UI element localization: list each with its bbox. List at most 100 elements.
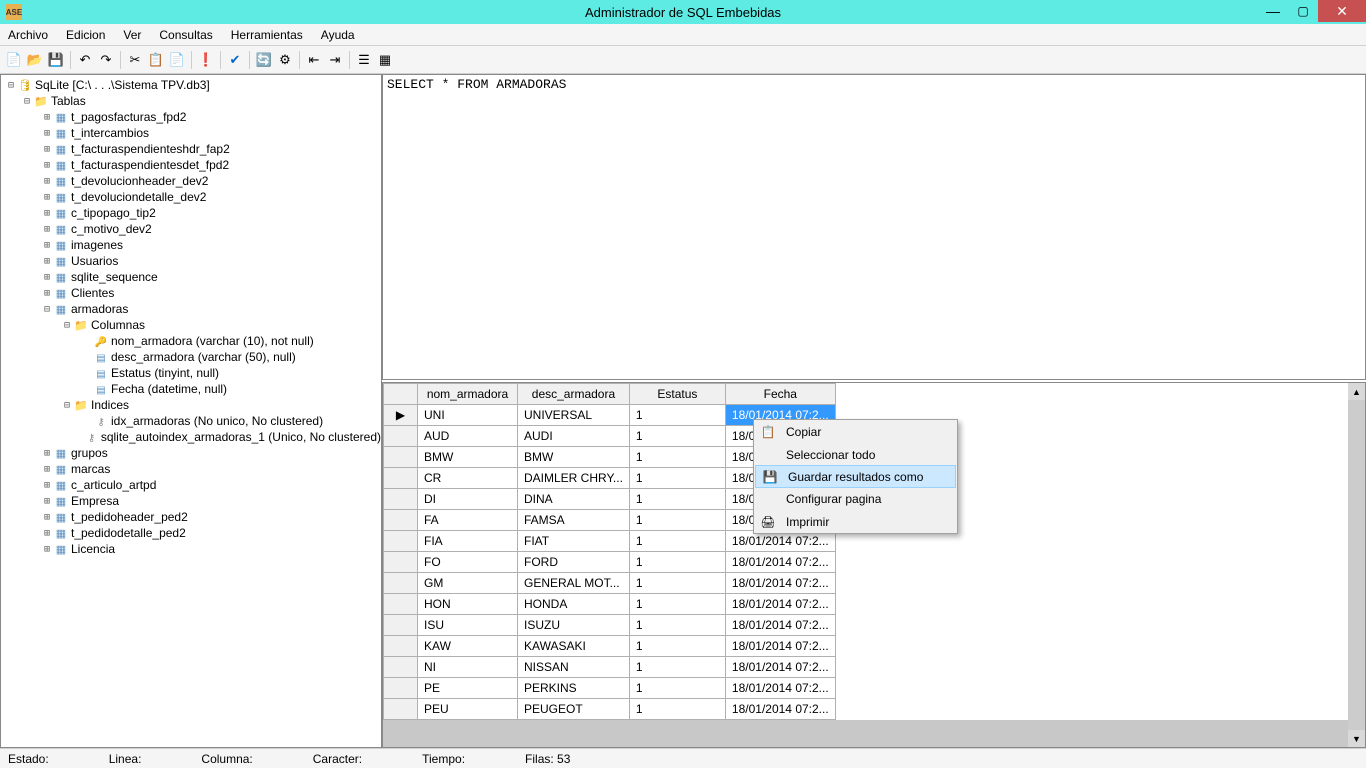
menu-archivo[interactable]: Archivo: [8, 28, 48, 42]
scroll-thumb[interactable]: [1348, 400, 1365, 730]
tree-table[interactable]: ⊞t_facturaspendientesdet_fpd2: [1, 157, 381, 173]
cell[interactable]: FAMSA: [518, 510, 630, 531]
table-row[interactable]: PEPERKINS118/01/2014 07:2...: [384, 678, 836, 699]
save-icon[interactable]: 💾: [46, 50, 66, 70]
tree-panel[interactable]: ⊟SqLite [C:\ . . .\Sistema TPV.db3] ⊟Tab…: [0, 74, 382, 748]
cell[interactable]: FIAT: [518, 531, 630, 552]
open-icon[interactable]: 📂: [25, 50, 45, 70]
table-row[interactable]: FOFORD118/01/2014 07:2...: [384, 552, 836, 573]
ctx-imprimir[interactable]: 🖨Imprimir: [754, 510, 957, 533]
ctx-guardar[interactable]: 💾Guardar resultados como: [755, 465, 956, 488]
indent-right-icon[interactable]: ⇥: [325, 50, 345, 70]
list-icon[interactable]: ☰: [354, 50, 374, 70]
undo-icon[interactable]: ↶: [75, 50, 95, 70]
cell[interactable]: 1: [629, 531, 725, 552]
tree-table[interactable]: ⊞c_motivo_dev2: [1, 221, 381, 237]
close-button[interactable]: ✕: [1318, 0, 1366, 22]
row-header[interactable]: [384, 636, 418, 657]
grid-scrollbar[interactable]: ▲ ▼: [1348, 383, 1365, 747]
cell[interactable]: AUD: [418, 426, 518, 447]
table-row[interactable]: HONHONDA118/01/2014 07:2...: [384, 594, 836, 615]
grid-icon[interactable]: ▦: [375, 50, 395, 70]
cell[interactable]: 1: [629, 552, 725, 573]
tree-table[interactable]: ⊞t_devoluciondetalle_dev2: [1, 189, 381, 205]
tree-column[interactable]: Fecha (datetime, null): [1, 381, 381, 397]
column-header[interactable]: nom_armadora: [418, 384, 518, 405]
cell[interactable]: PEUGEOT: [518, 699, 630, 720]
row-header[interactable]: [384, 426, 418, 447]
cell[interactable]: KAWASAKI: [518, 636, 630, 657]
cell[interactable]: 1: [629, 594, 725, 615]
cell[interactable]: 18/01/2014 07:2...: [725, 594, 835, 615]
cell[interactable]: 18/01/2014 07:2...: [725, 678, 835, 699]
cell[interactable]: 1: [629, 573, 725, 594]
cell[interactable]: PEU: [418, 699, 518, 720]
tree-table[interactable]: ⊞marcas: [1, 461, 381, 477]
tree-table[interactable]: ⊞t_facturaspendienteshdr_fap2: [1, 141, 381, 157]
cell[interactable]: DI: [418, 489, 518, 510]
row-header[interactable]: [384, 447, 418, 468]
column-header[interactable]: Fecha: [725, 384, 835, 405]
ctx-copiar[interactable]: 📋Copiar: [754, 420, 957, 443]
menu-herramientas[interactable]: Herramientas: [231, 28, 303, 42]
menu-ayuda[interactable]: Ayuda: [321, 28, 355, 42]
tree-columnas[interactable]: ⊟Columnas: [1, 317, 381, 333]
menu-ver[interactable]: Ver: [123, 28, 141, 42]
cell[interactable]: 1: [629, 510, 725, 531]
cell[interactable]: 1: [629, 405, 725, 426]
ctx-seleccionar[interactable]: Seleccionar todo: [754, 443, 957, 466]
cell[interactable]: 18/01/2014 07:2...: [725, 615, 835, 636]
row-header[interactable]: ▶: [384, 405, 418, 426]
cell[interactable]: FA: [418, 510, 518, 531]
cell[interactable]: 18/01/2014 07:2...: [725, 657, 835, 678]
cell[interactable]: CR: [418, 468, 518, 489]
minimize-button[interactable]: —: [1258, 0, 1288, 22]
maximize-button[interactable]: ▢: [1288, 0, 1318, 22]
cell[interactable]: 18/01/2014 07:2...: [725, 552, 835, 573]
cell[interactable]: NI: [418, 657, 518, 678]
copy-icon[interactable]: 📋: [146, 50, 166, 70]
row-header[interactable]: [384, 510, 418, 531]
cell[interactable]: GENERAL MOT...: [518, 573, 630, 594]
table-row[interactable]: KAWKAWASAKI118/01/2014 07:2...: [384, 636, 836, 657]
tree-table[interactable]: ⊞imagenes: [1, 237, 381, 253]
cut-icon[interactable]: ✂: [125, 50, 145, 70]
cell[interactable]: 1: [629, 657, 725, 678]
settings-icon[interactable]: ⚙: [275, 50, 295, 70]
row-header[interactable]: [384, 678, 418, 699]
tree-column[interactable]: Estatus (tinyint, null): [1, 365, 381, 381]
column-header[interactable]: Estatus: [629, 384, 725, 405]
cell[interactable]: UNI: [418, 405, 518, 426]
cell[interactable]: 1: [629, 447, 725, 468]
cell[interactable]: NISSAN: [518, 657, 630, 678]
scroll-up-icon[interactable]: ▲: [1348, 383, 1365, 400]
row-header[interactable]: [384, 489, 418, 510]
tree-table[interactable]: ⊞c_tipopago_tip2: [1, 205, 381, 221]
indent-left-icon[interactable]: ⇤: [304, 50, 324, 70]
tree-table[interactable]: ⊞Usuarios: [1, 253, 381, 269]
tree-table[interactable]: ⊞t_pedidoheader_ped2: [1, 509, 381, 525]
table-row[interactable]: NINISSAN118/01/2014 07:2...: [384, 657, 836, 678]
menu-edicion[interactable]: Edicion: [66, 28, 105, 42]
cell[interactable]: KAW: [418, 636, 518, 657]
ctx-configurar[interactable]: Configurar pagina: [754, 487, 957, 510]
row-header[interactable]: [384, 531, 418, 552]
menu-consultas[interactable]: Consultas: [159, 28, 212, 42]
cell[interactable]: BMW: [418, 447, 518, 468]
tree-table[interactable]: ⊞sqlite_sequence: [1, 269, 381, 285]
tree-table[interactable]: ⊞grupos: [1, 445, 381, 461]
cell[interactable]: 1: [629, 426, 725, 447]
scroll-down-icon[interactable]: ▼: [1348, 730, 1365, 747]
tree-table[interactable]: ⊞Clientes: [1, 285, 381, 301]
tree-column[interactable]: nom_armadora (varchar (10), not null): [1, 333, 381, 349]
cell[interactable]: DINA: [518, 489, 630, 510]
tree-table[interactable]: ⊞t_pagosfacturas_fpd2: [1, 109, 381, 125]
cell[interactable]: 18/01/2014 07:2...: [725, 636, 835, 657]
cell[interactable]: 1: [629, 468, 725, 489]
refresh-icon[interactable]: 🔄: [254, 50, 274, 70]
row-header[interactable]: [384, 594, 418, 615]
table-row[interactable]: ISUISUZU118/01/2014 07:2...: [384, 615, 836, 636]
cell[interactable]: ISU: [418, 615, 518, 636]
row-header[interactable]: [384, 699, 418, 720]
cell[interactable]: PE: [418, 678, 518, 699]
